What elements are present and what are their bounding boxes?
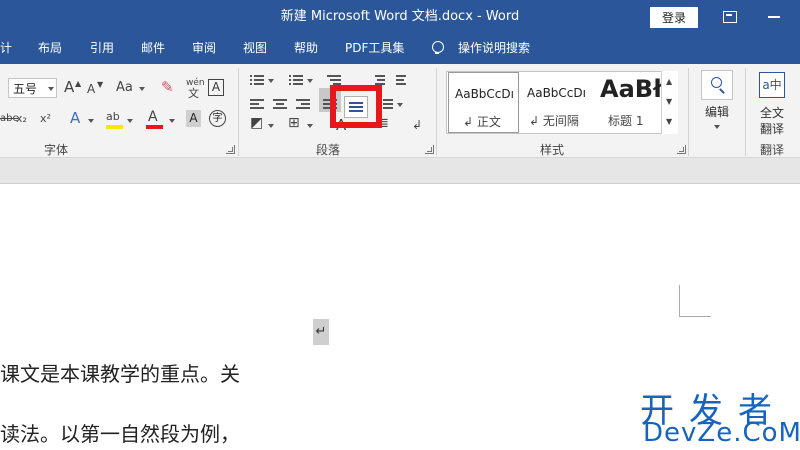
style-sample: AaBł <box>600 75 661 103</box>
ribbon-tabs: 计 布局 引用 邮件 审阅 视图 帮助 PDF工具集 操作说明搜索 <box>0 34 800 64</box>
document-line[interactable]: 读法。以第一自然段为例， <box>0 418 240 447</box>
grow-arrow-icon: ▲ <box>75 79 82 88</box>
shrink-arrow-icon: ▼ <box>97 80 104 89</box>
style-sample: AaBbCcDı <box>527 86 586 100</box>
title-bar: 新建 Microsoft Word 文档.docx - Word 登录 <box>0 0 800 34</box>
translate-group-label: 翻译 <box>760 143 785 157</box>
chevron-down-icon <box>48 87 54 91</box>
group-divider <box>745 68 746 156</box>
ribbon: 五号 A ▲ A ▼ Aa ✎ wén 文 A abc x₂ x² A ab A… <box>0 64 800 158</box>
search-icon <box>711 77 722 88</box>
font-color-bar <box>146 125 163 129</box>
watermark-english: DevZe.CoM <box>643 418 800 448</box>
ribbon-display-options-icon[interactable] <box>723 9 737 23</box>
styles-scroll[interactable]: ▲ ▼ ▼ <box>661 71 678 134</box>
margin-corner-mark <box>679 285 711 317</box>
more-styles-icon[interactable]: ▼ <box>666 113 672 131</box>
font-size-value: 五号 <box>13 82 38 96</box>
increase-indent-icon[interactable] <box>396 74 410 86</box>
group-divider <box>436 68 437 156</box>
distributed-align-button[interactable] <box>344 96 368 118</box>
login-button[interactable]: 登录 <box>650 7 698 28</box>
translate-label-2[interactable]: 翻译 <box>760 120 784 138</box>
style-sample: AaBbCcDı <box>455 87 514 101</box>
tab-help[interactable]: 帮助 <box>294 34 318 64</box>
tab-view[interactable]: 视图 <box>243 34 267 64</box>
borders-icon[interactable]: ⊞ <box>288 114 300 132</box>
character-shading-button[interactable]: A <box>186 110 201 127</box>
phonetic-guide-char: 文 <box>188 87 199 100</box>
font-group-label: 字体 <box>44 143 69 157</box>
chevron-down-icon <box>127 119 133 123</box>
change-case-button[interactable]: Aa <box>116 79 133 97</box>
numbering-icon[interactable] <box>289 74 303 86</box>
chevron-down-icon <box>714 125 720 129</box>
font-size-select[interactable]: 五号 <box>8 78 57 98</box>
chevron-down-icon <box>88 119 94 123</box>
chevron-down-icon <box>169 119 175 123</box>
tab-review[interactable]: 审阅 <box>192 34 216 64</box>
chevron-down-icon <box>307 124 313 128</box>
shrink-font-button[interactable]: A <box>87 80 95 98</box>
align-left-icon[interactable] <box>250 98 264 110</box>
chevron-down-icon <box>268 79 274 83</box>
character-border-button[interactable]: A <box>208 79 224 96</box>
chevron-down-icon <box>139 87 145 91</box>
text-effects-button[interactable]: A <box>70 109 80 127</box>
chevron-down-icon <box>397 103 403 107</box>
paragraph-group-label: 段落 <box>316 143 341 157</box>
group-divider <box>688 68 689 156</box>
highlight-color-button[interactable]: ab <box>106 108 120 126</box>
enclose-characters-button[interactable]: 字 <box>209 110 226 127</box>
paragraph-dialog-launcher-icon[interactable] <box>425 145 434 154</box>
minimize-icon[interactable] <box>768 9 782 23</box>
superscript-button[interactable]: x² <box>40 110 51 128</box>
style-no-spacing[interactable]: AaBbCcDı ↲ 无间隔 <box>521 72 592 133</box>
style-name: 标题 1 <box>608 114 644 128</box>
subscript-button[interactable]: x₂ <box>16 110 27 128</box>
align-center-icon[interactable] <box>273 98 287 110</box>
chevron-down-icon[interactable]: ▼ <box>666 93 672 111</box>
lightbulb-icon <box>432 41 444 54</box>
distributed-align-highlight[interactable] <box>330 85 382 128</box>
show-marks-icon[interactable]: ↲ <box>412 116 422 134</box>
tab-design[interactable]: 计 <box>0 34 12 64</box>
style-name: ↲ 无间隔 <box>529 114 579 128</box>
grow-font-button[interactable]: A <box>64 78 74 96</box>
font-color-button[interactable]: A <box>148 108 158 126</box>
tell-me-search[interactable]: 操作说明搜索 <box>458 34 530 64</box>
font-dialog-launcher-icon[interactable] <box>226 145 235 154</box>
tab-layout[interactable]: 布局 <box>38 34 62 64</box>
ruler-area <box>0 158 800 184</box>
style-normal[interactable]: AaBbCcDı ↲ 正文 <box>448 72 519 133</box>
align-right-icon[interactable] <box>296 98 310 110</box>
group-divider <box>238 68 239 156</box>
styles-dialog-launcher-icon[interactable] <box>677 145 686 154</box>
chevron-up-icon[interactable]: ▲ <box>666 73 672 91</box>
shading-icon[interactable]: ◩ <box>250 114 263 132</box>
chevron-down-icon <box>268 124 274 128</box>
find-button[interactable] <box>701 70 733 100</box>
highlight-color-bar <box>106 125 123 129</box>
tab-mailings[interactable]: 邮件 <box>141 34 165 64</box>
styles-gallery: AaBbCcDı ↲ 正文 AaBbCcDı ↲ 无间隔 AaBł 标题 1 <box>446 71 678 134</box>
editing-label[interactable]: 编辑 <box>705 103 729 121</box>
style-heading-1[interactable]: AaBł 标题 1 <box>594 72 661 133</box>
translate-icon[interactable]: a中 <box>759 72 785 98</box>
style-name: ↲ 正文 <box>463 115 501 129</box>
tab-pdf-tools[interactable]: PDF工具集 <box>345 34 404 64</box>
document-line[interactable]: 课文是本课教学的重点。关 <box>0 358 240 387</box>
bullets-icon[interactable] <box>250 74 264 86</box>
distributed-align-icon <box>349 101 363 113</box>
paragraph-mark: ↵ <box>313 319 329 345</box>
styles-group-label: 样式 <box>540 143 565 157</box>
clear-formatting-icon[interactable]: ✎ <box>161 78 174 96</box>
chevron-down-icon <box>307 79 313 83</box>
tab-references[interactable]: 引用 <box>90 34 114 64</box>
